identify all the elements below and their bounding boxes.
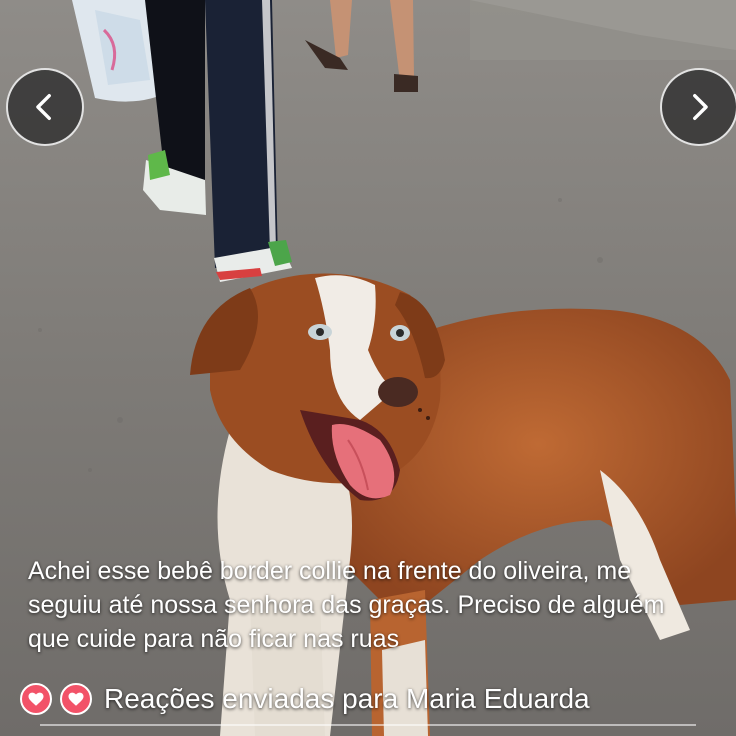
heart-icon — [60, 683, 92, 715]
divider — [40, 724, 696, 726]
previous-story-button[interactable] — [6, 68, 84, 146]
next-story-button[interactable] — [660, 68, 736, 146]
reactions-status: Reações enviadas para Maria Eduarda — [20, 680, 590, 718]
chevron-left-icon — [36, 93, 51, 121]
reactions-sent-label: Reações enviadas para Maria Eduarda — [104, 683, 590, 714]
story-viewer: Achei esse bebê border collie na frente … — [0, 0, 736, 736]
chevron-right-icon — [693, 93, 708, 121]
heart-icon — [20, 683, 52, 715]
story-caption: Achei esse bebê border collie na frente … — [28, 557, 665, 653]
